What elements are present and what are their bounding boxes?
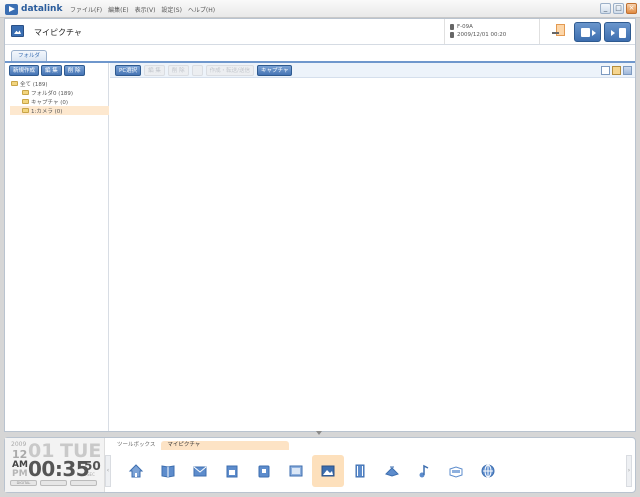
tab-row: フォルダ [5,45,635,61]
edit-folder-button[interactable]: 編 集 [41,65,62,76]
clock-time: 00:35 [28,457,90,481]
folder-icon [22,108,29,113]
bookmark-icon[interactable] [248,455,280,487]
window-controls: _ □ × [600,3,637,14]
folder-icon [11,81,18,86]
folder-icon [22,90,29,95]
folder-icon [22,99,29,104]
tree-item-capture[interactable]: キャプチャ (0) [10,97,109,106]
delete-button[interactable]: 削 除 [167,65,189,76]
transfer-to-phone-button[interactable] [574,22,601,42]
globe-icon[interactable] [472,455,504,487]
convert-send-button[interactable]: 作成・転送/送信 [205,65,255,76]
menu-list: ファイル(F) 編集(E) 表示(V) 設定(S) ヘルプ(H) [70,5,215,14]
page-header: マイピクチャ F-09A 2009/12/01 00:20 [5,19,635,45]
clock-panel: 2009 12 01 TUE AM PM 00:35 50 SEC DIGITA… [5,438,105,492]
picture-icon[interactable] [312,455,344,487]
device-model: F-09A [457,24,473,30]
dock-scroll-left-icon[interactable]: ‹ [105,455,111,487]
movie-icon[interactable] [344,455,376,487]
tree-item-label: フォルダ0 (189) [31,90,74,97]
maximize-button[interactable]: □ [613,3,624,14]
tab-mypicture[interactable]: マイピクチャ [161,441,290,450]
music-icon[interactable] [408,455,440,487]
clock-digital-button[interactable]: DIGITAL [10,480,37,486]
datalink-logo-icon [5,3,18,15]
dock-icon-row: ‹ › [104,451,634,491]
clock-buttons: DIGITAL [10,480,97,486]
picture-icon [11,25,24,37]
clock-search-button[interactable] [40,480,67,486]
device-datetime: 2009/12/01 00:20 [457,32,507,38]
new-folder-button[interactable]: 新規作成 [9,65,40,76]
menu-file[interactable]: ファイル(F) [70,5,102,14]
phonebook-icon[interactable] [152,455,184,487]
clock-calendar-button[interactable] [70,480,97,486]
tree-item-label: 全て (189) [20,81,48,88]
view-mode-buttons [601,66,632,75]
phone-icon [450,24,454,30]
ringtone-icon[interactable] [376,455,408,487]
thumbnail-view-icon[interactable] [612,66,621,75]
content-toolbar-buttons: PC選択 編 集 削 除 作成・転送/送信 キャプチャ [115,65,293,76]
mail-icon[interactable] [184,455,216,487]
app-logo: datalink [5,3,62,15]
menu-view[interactable]: 表示(V) [135,5,156,14]
capture-button[interactable]: キャプチャ [257,65,293,76]
pane-splitter-icon[interactable] [316,431,322,435]
folder-toolbar: 新規作成 編 集 削 除 [9,65,85,76]
menu-help[interactable]: ヘルプ(H) [188,5,215,14]
folder-tree: 全て (189) フォルダ0 (189) キャプチャ (0) 1:カメラ (0) [10,79,109,115]
screen-icon[interactable] [280,455,312,487]
home-icon[interactable] [120,455,152,487]
tree-item-label: キャプチャ (0) [31,99,68,106]
edit-button[interactable]: 編 集 [144,65,165,76]
page-title: マイピクチャ [34,28,82,37]
delete-folder-button[interactable]: 削 除 [63,65,85,76]
pc-select-button[interactable]: PC選択 [115,65,142,76]
dock-scroll-right-icon[interactable]: › [626,455,632,487]
dock-tabs: ツールボックス マイピクチャ [111,441,290,450]
schedule-icon[interactable] [216,455,248,487]
clock-seconds: 50 [84,459,101,473]
transfer-to-pc-button[interactable] [604,22,631,42]
lock-icon[interactable] [191,65,203,76]
tree-item-all[interactable]: 全て (189) [10,79,109,88]
menu-edit[interactable]: 編集(E) [108,5,128,14]
clock-seconds-label: SEC [87,472,95,477]
clock-pm: PM [12,469,28,479]
content-toolbar: PC選択 編 集 削 除 作成・転送/送信 キャプチャ [110,63,635,78]
menu-settings[interactable]: 設定(S) [161,5,182,14]
main-window: マイピクチャ F-09A 2009/12/01 00:20 フォルダ 新規作成 … [4,18,636,432]
tree-item-camera[interactable]: 1:カメラ (0) [10,106,109,115]
menu-bar: datalink ファイル(F) 編集(E) 表示(V) 設定(S) ヘルプ(H… [0,0,640,18]
folder-pane: 新規作成 編 集 削 除 全て (189) フォルダ0 (189) キャプチャ … [5,63,109,431]
device-info: F-09A 2009/12/01 00:20 [444,19,540,44]
sync-icon[interactable] [552,24,566,39]
clock-icon [450,32,454,38]
clock-year: 2009 [11,441,27,448]
list-view-icon[interactable] [623,66,632,75]
close-button[interactable]: × [626,3,637,14]
tree-item-label: 1:カメラ (0) [31,108,63,115]
tree-item-folder0[interactable]: フォルダ0 (189) [10,88,109,97]
pdf-icon[interactable] [440,455,472,487]
minimize-button[interactable]: _ [600,3,611,14]
logo-text: datalink [21,4,63,14]
tab-toolbox[interactable]: ツールボックス [111,441,161,450]
bottom-dock: 2009 12 01 TUE AM PM 00:35 50 SEC DIGITA… [4,437,636,493]
detail-view-icon[interactable] [601,66,610,75]
tab-folder[interactable]: フォルダ [11,50,47,61]
